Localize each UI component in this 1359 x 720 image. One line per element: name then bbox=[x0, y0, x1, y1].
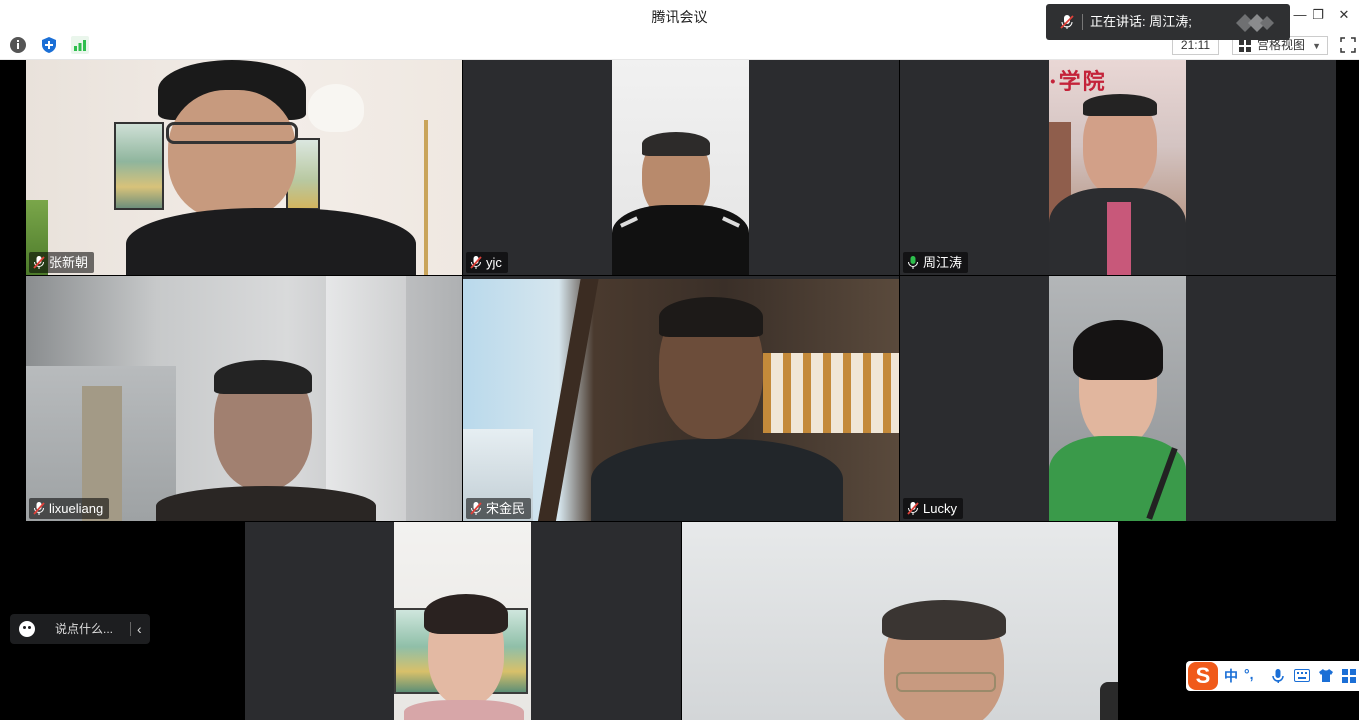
chevron-down-icon: ▼ bbox=[1312, 41, 1321, 51]
info-icon[interactable] bbox=[9, 36, 27, 54]
mic-muted-icon bbox=[907, 502, 919, 515]
ime-logo-icon[interactable]: S bbox=[1188, 662, 1218, 690]
mic-muted-icon bbox=[33, 256, 45, 269]
minimize-button[interactable]: — bbox=[1290, 6, 1310, 24]
video-feed bbox=[394, 522, 531, 720]
tencent-meeting-logo-icon bbox=[1236, 14, 1274, 32]
keyboard-icon[interactable] bbox=[1294, 669, 1310, 682]
participant-name-tag: 宋金民 bbox=[466, 498, 532, 519]
mic-muted-icon bbox=[33, 502, 45, 515]
participant-name-tag: Lucky bbox=[903, 498, 963, 519]
chat-placeholder: 说点什么... bbox=[55, 622, 114, 636]
video-feed bbox=[612, 60, 749, 275]
participant-name: 宋金民 bbox=[486, 501, 526, 516]
mic-active-icon bbox=[908, 256, 918, 269]
signal-icon[interactable] bbox=[71, 36, 89, 54]
video-feed: ·学院 bbox=[1049, 60, 1186, 275]
video-feed bbox=[26, 60, 462, 275]
shield-icon[interactable] bbox=[40, 36, 58, 54]
restore-button[interactable]: ❐ bbox=[1308, 6, 1328, 24]
video-tile[interactable]: Lucky bbox=[900, 276, 1336, 521]
chevron-left-icon[interactable]: ‹ bbox=[137, 614, 142, 644]
participant-name: yjc bbox=[486, 255, 502, 270]
video-tile[interactable]: 宋金民 bbox=[463, 276, 899, 521]
participant-name: Lucky bbox=[923, 501, 957, 516]
participant-name: lixueliang bbox=[49, 501, 104, 516]
fullscreen-icon[interactable] bbox=[1340, 37, 1356, 53]
video-feed bbox=[682, 522, 1118, 720]
speaking-indicator: 正在讲话: 周江涛; bbox=[1046, 4, 1290, 40]
video-feed bbox=[463, 279, 899, 521]
microphone-icon[interactable] bbox=[1272, 668, 1284, 684]
mic-muted-icon[interactable] bbox=[1060, 14, 1074, 30]
video-feed bbox=[1049, 276, 1186, 521]
participant-name-tag: yjc bbox=[466, 252, 508, 273]
divider bbox=[1082, 14, 1083, 30]
video-tile[interactable]: lixueliang bbox=[26, 276, 462, 521]
video-tile[interactable]: yjc bbox=[463, 60, 899, 275]
video-tile[interactable]: ·学院 周江涛 bbox=[900, 60, 1336, 275]
close-button[interactable]: ✕ bbox=[1334, 6, 1354, 24]
skin-icon[interactable] bbox=[1318, 668, 1334, 683]
participant-name: 周江涛 bbox=[923, 255, 963, 270]
speaking-text: 正在讲话: 周江涛; bbox=[1090, 14, 1192, 29]
participant-name-tag: 张新朝 bbox=[29, 252, 95, 273]
grid-icon bbox=[1239, 40, 1251, 52]
chat-input[interactable]: 说点什么... ‹ bbox=[10, 614, 150, 644]
view-mode-label: 宫格视图 bbox=[1257, 38, 1306, 52]
participant-name: 张新朝 bbox=[49, 255, 89, 270]
ime-mode-toggle[interactable]: 中 bbox=[1224, 666, 1238, 686]
video-feed bbox=[26, 276, 462, 521]
emoji-icon[interactable] bbox=[19, 621, 35, 637]
mic-muted-icon bbox=[470, 256, 482, 269]
mic-muted-icon bbox=[470, 502, 482, 515]
video-tile[interactable]: 张新朝 bbox=[26, 60, 462, 275]
participant-name-tag: 周江涛 bbox=[903, 252, 969, 273]
ime-punct-toggle[interactable]: °, bbox=[1244, 666, 1254, 682]
video-tile[interactable] bbox=[245, 522, 681, 720]
divider bbox=[130, 622, 131, 636]
ime-toolbar[interactable]: S 中 °, bbox=[1186, 661, 1359, 691]
participant-name-tag: lixueliang bbox=[29, 498, 110, 519]
toolbox-icon[interactable] bbox=[1342, 669, 1356, 683]
video-tile[interactable] bbox=[682, 522, 1118, 720]
